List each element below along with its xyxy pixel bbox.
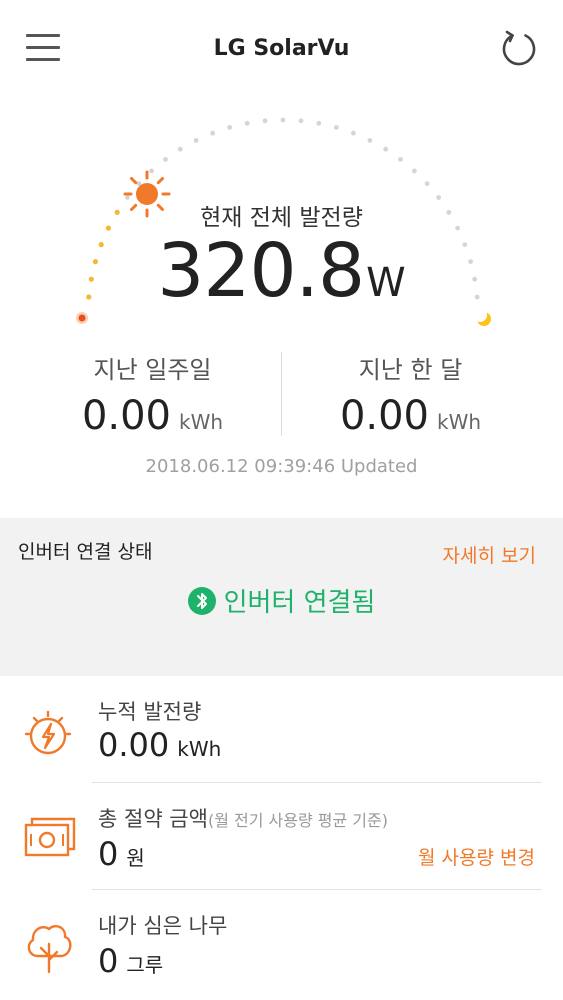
- arc-dot: [474, 294, 480, 300]
- generation-unit: kWh: [177, 737, 222, 761]
- arc-dot: [398, 157, 403, 162]
- last-week-unit: kWh: [179, 410, 224, 434]
- trees-value: 0 그루: [98, 942, 163, 980]
- arc-dot: [424, 181, 430, 186]
- last-month-unit: kWh: [437, 410, 482, 434]
- savings-title: 총 절약 금액: [98, 807, 208, 831]
- arc-dot: [92, 259, 98, 265]
- last-updated-timestamp: 2018.06.12 09:39:46 Updated: [145, 456, 418, 477]
- arc-dot: [105, 225, 111, 231]
- list-item-generation[interactable]: 누적 발전량 0.00 kWh: [0, 676, 563, 784]
- app-header: LG SolarVu: [0, 0, 563, 100]
- current-power-value: 320.8W: [120, 228, 443, 314]
- last-week-number: 0.00: [81, 393, 171, 439]
- solar-power-icon: [22, 704, 78, 760]
- last-month-label: 지난 한 달: [358, 356, 463, 384]
- power-gauge: 현재 전체 발전량 320.8W: [0, 100, 563, 350]
- arc-dot: [436, 195, 441, 200]
- arc-dot: [280, 117, 286, 123]
- arc-dot: [125, 195, 130, 200]
- arc-dot: [446, 209, 452, 215]
- arc-dot: [298, 118, 304, 124]
- current-power-number: 320.8: [157, 228, 365, 314]
- arc-dot: [262, 118, 268, 124]
- arc-dot: [227, 125, 233, 130]
- generation-number: 0.00: [98, 726, 170, 764]
- app-title: LG SolarVu: [213, 36, 350, 61]
- arc-dot: [114, 209, 120, 215]
- last-week-value: 0.00 kWh: [12, 393, 293, 439]
- arc-dot: [163, 157, 168, 162]
- list-item-trees[interactable]: 내가 심은 나무 0 그루: [0, 890, 563, 998]
- inverter-status: 인버터 연결됨: [0, 582, 563, 619]
- trees-number: 0: [98, 942, 119, 980]
- last-month-number: 0.00: [339, 393, 429, 439]
- last-week-stat: 지난 일주일 0.00 kWh: [12, 350, 293, 439]
- last-month-value: 0.00 kWh: [270, 393, 551, 439]
- arc-dot: [193, 138, 199, 143]
- last-month-stat: 지난 한 달 0.00 kWh: [270, 350, 551, 439]
- arc-dot: [383, 146, 389, 152]
- arc-dot: [98, 242, 104, 248]
- arc-dot: [472, 276, 478, 282]
- arc-dot: [149, 168, 155, 174]
- change-monthly-usage-link[interactable]: 월 사용량 변경: [418, 843, 535, 870]
- money-icon: [22, 809, 78, 865]
- arc-dot: [412, 168, 417, 174]
- arc-dot: [177, 146, 183, 152]
- arc-dot: [462, 242, 468, 248]
- arc-dot: [88, 276, 94, 282]
- arc-dot: [351, 130, 356, 136]
- bluetooth-icon: [187, 586, 216, 615]
- generation-label: 누적 발전량: [98, 700, 202, 724]
- arc-dot: [455, 225, 460, 231]
- savings-sublabel: (월 전기 사용량 평균 기준): [207, 811, 388, 830]
- inverter-connection-panel: 인버터 연결 상태 자세히 보기 인버터 연결됨: [0, 518, 563, 676]
- arc-dot: [244, 120, 250, 126]
- arc-dot: [86, 294, 92, 300]
- tree-icon: [22, 916, 78, 974]
- arc-dot: [316, 120, 322, 126]
- period-stats: 지난 일주일 0.00 kWh 지난 한 달 0.00 kWh: [0, 350, 563, 450]
- arc-dot: [334, 125, 339, 130]
- moon-icon: [473, 308, 491, 326]
- arc-dot: [468, 259, 473, 264]
- savings-unit: 원: [126, 846, 145, 870]
- savings-label: 총 절약 금액(월 전기 사용량 평균 기준): [98, 803, 388, 833]
- current-power-label: 현재 전체 발전량: [200, 205, 363, 231]
- savings-value: 0원: [98, 835, 145, 873]
- inverter-panel-title: 인버터 연결 상태: [18, 541, 153, 563]
- list-item-savings[interactable]: 총 절약 금액(월 전기 사용량 평균 기준) 0원 월 사용량 변경: [0, 783, 563, 891]
- current-power-unit: W: [366, 260, 406, 306]
- trees-unit: 그루: [126, 953, 164, 977]
- refresh-icon[interactable]: [498, 28, 540, 70]
- last-week-label: 지난 일주일: [93, 356, 212, 384]
- trees-label: 내가 심은 나무: [98, 914, 228, 938]
- savings-number: 0: [98, 835, 119, 873]
- view-details-link[interactable]: 자세히 보기: [443, 541, 536, 568]
- generation-value: 0.00 kWh: [98, 726, 221, 764]
- arc-dot: [367, 138, 373, 143]
- arc-dot: [210, 130, 216, 136]
- inverter-status-text: 인버터 연결됨: [223, 588, 376, 618]
